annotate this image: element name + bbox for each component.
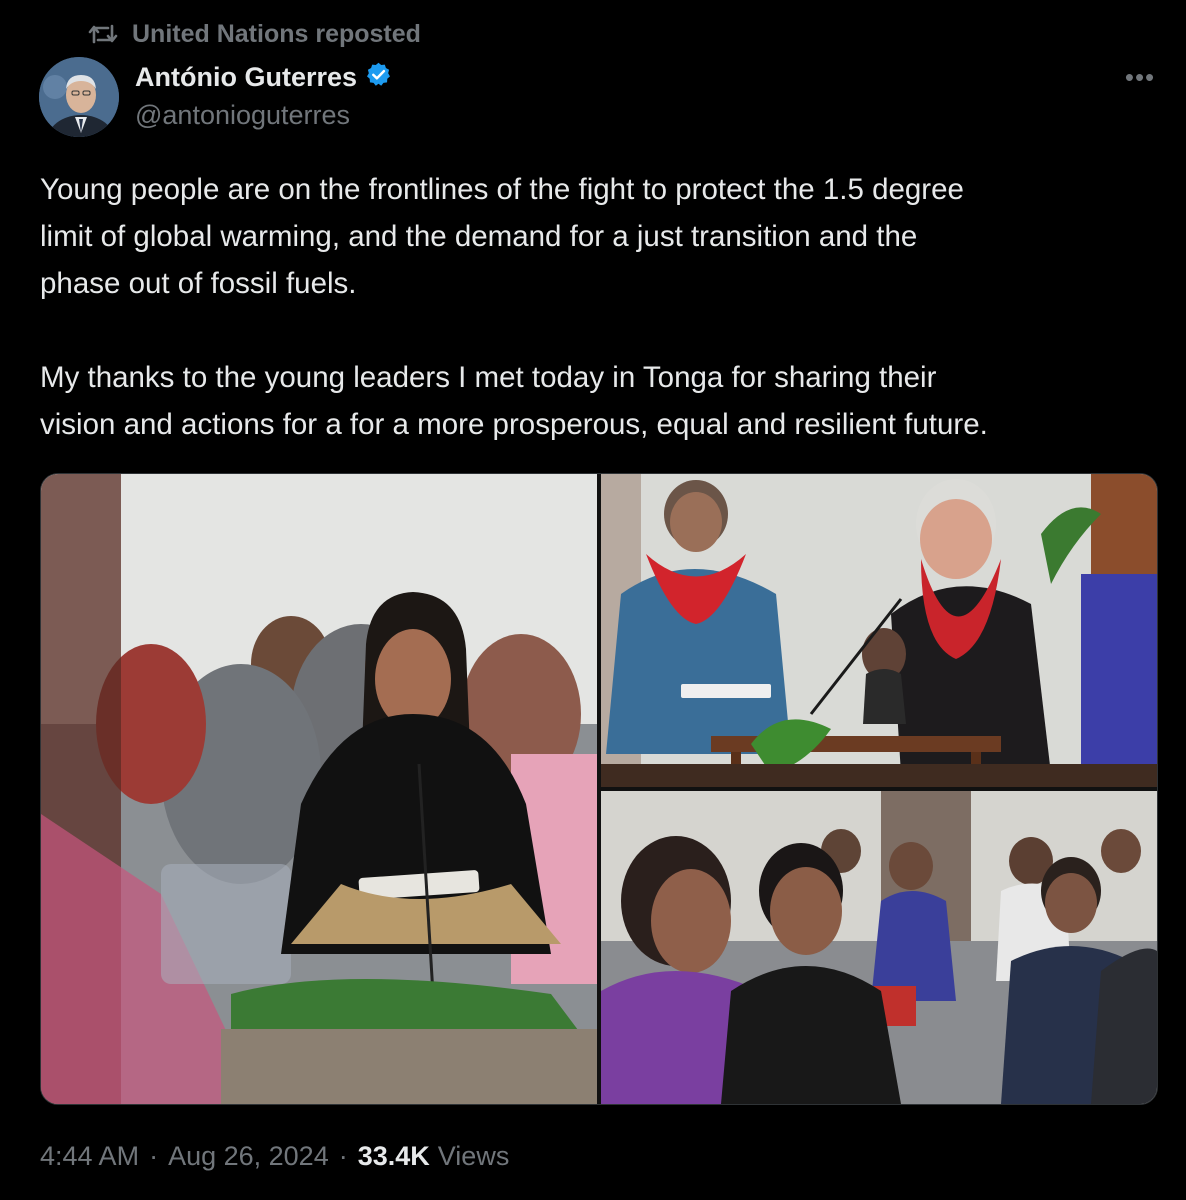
author-name-row[interactable]: António Guterres (135, 58, 392, 96)
tweet-paragraph-2: My thanks to the young leaders I met tod… (40, 361, 988, 441)
repost-icon (88, 22, 118, 46)
tweet: United Nations reposted António Guterres… (0, 0, 1186, 1200)
tweet-paragraph-1: Young people are on the frontlines of th… (40, 173, 964, 300)
repost-label: United Nations reposted (132, 19, 421, 48)
author-handle[interactable]: @antonioguterres (135, 100, 350, 131)
repost-indicator[interactable]: United Nations reposted (88, 18, 421, 50)
media-grid (40, 473, 1158, 1105)
tweet-text: Young people are on the frontlines of th… (40, 166, 1170, 448)
photo-young-leader-speaking[interactable] (41, 474, 597, 1104)
views-count: 33.4K (357, 1140, 430, 1171)
meta-separator: · (338, 1140, 348, 1171)
avatar[interactable] (39, 57, 119, 137)
photo-guterres-meeting[interactable] (601, 474, 1157, 787)
views-stat[interactable]: 33.4K Views (358, 1141, 510, 1172)
tweet-time[interactable]: 4:44 AM (40, 1141, 139, 1172)
tweet-meta: 4:44 AM · Aug 26, 2024 · 33.4K Views (40, 1138, 509, 1174)
more-options-icon[interactable]: ••• (1120, 62, 1160, 92)
meta-separator: · (149, 1140, 159, 1171)
verified-badge-icon (365, 61, 392, 93)
views-label: Views (437, 1140, 510, 1171)
photo-audience[interactable] (601, 791, 1157, 1104)
author-display-name[interactable]: António Guterres (135, 62, 357, 93)
tweet-date[interactable]: Aug 26, 2024 (168, 1141, 329, 1172)
